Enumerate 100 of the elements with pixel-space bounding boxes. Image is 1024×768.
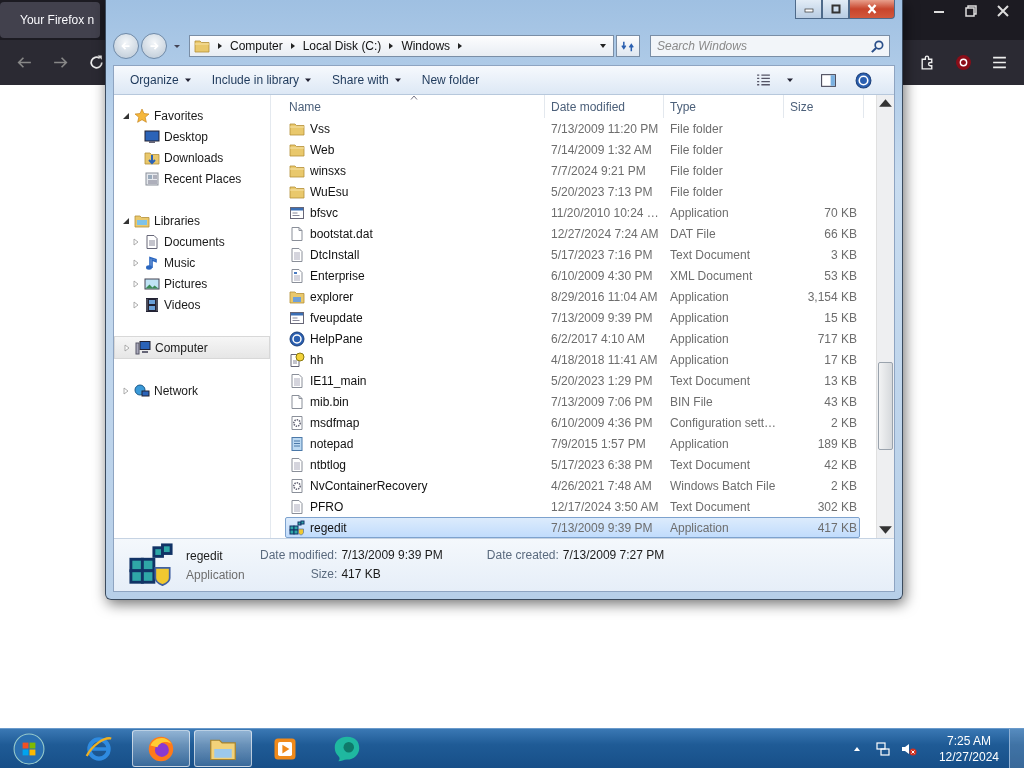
show-desktop-button[interactable] <box>1009 728 1024 768</box>
column-header[interactable]: Type <box>664 95 784 118</box>
file-row[interactable]: msdfmap 6/10/2009 4:36 PM Configuration sett… 2 KB <box>285 412 860 433</box>
help-icon[interactable] <box>855 71 872 89</box>
file-row[interactable]: bfsvc 11/20/2010 10:24 … Application 70 KB <box>285 202 860 223</box>
file-name: mib.bin <box>310 394 349 409</box>
caret-icon[interactable] <box>786 76 794 84</box>
breadcrumb-item[interactable]: Local Disk (C:) <box>302 39 382 53</box>
size-cell-text: 53 KB <box>823 268 858 283</box>
nav-item[interactable]: Favorites <box>114 105 270 126</box>
extension-badge-icon[interactable] <box>955 54 972 71</box>
file-row[interactable]: fveupdate 7/13/2009 9:39 PM Application 15 KB <box>285 307 860 328</box>
menu-icon[interactable] <box>991 54 1008 71</box>
nav-item[interactable]: Videos <box>114 294 270 315</box>
nav-item[interactable]: Recent Places <box>114 168 270 189</box>
chevron-icon[interactable] <box>288 42 297 50</box>
caret-icon <box>304 76 313 84</box>
file-name: IE11_main <box>310 373 367 388</box>
date-cell-text: 7/14/2009 1:32 AM <box>550 142 653 157</box>
file-row[interactable]: DtcInstall 5/17/2023 7:16 PM Text Document 3 KB <box>285 244 860 265</box>
nav-item[interactable]: Network <box>114 380 270 401</box>
cubes-icon <box>289 519 305 536</box>
folder-icon <box>289 288 305 305</box>
restore-icon[interactable] <box>964 4 978 18</box>
size-cell-text: 17 KB <box>823 352 858 367</box>
nav-item[interactable]: Libraries <box>114 210 270 231</box>
file-row[interactable]: mib.bin 7/13/2009 7:06 PM BIN File 43 KB <box>285 391 860 412</box>
file-row[interactable]: notepad 7/9/2015 1:57 PM Application 189 KB <box>285 433 860 454</box>
network-icon <box>134 382 150 399</box>
date-cell-text: 6/2/2017 4:10 AM <box>550 331 647 346</box>
date-cell-text: 4/18/2018 11:41 AM <box>550 352 659 367</box>
window-icon <box>289 309 305 326</box>
refresh-button[interactable] <box>616 35 640 57</box>
type-cell-text: Windows Batch File <box>669 478 777 493</box>
file-row[interactable]: explorer 8/29/2016 11:04 AM Application 3,154 KB <box>285 286 860 307</box>
scrollbar-thumb[interactable] <box>878 362 893 450</box>
back-button[interactable] <box>113 33 139 59</box>
file-row[interactable]: WuEsu 5/20/2023 7:13 PM File folder <box>285 181 860 202</box>
nav-item[interactable]: Downloads <box>114 147 270 168</box>
chevron-icon[interactable] <box>216 42 224 50</box>
tree-arrow-icon[interactable] <box>122 216 130 225</box>
recent-places-icon <box>144 170 160 187</box>
file-icon <box>289 393 305 410</box>
network-icon[interactable] <box>874 740 891 757</box>
file-name: regedit <box>310 520 347 535</box>
file-row[interactable]: Vss 7/13/2009 11:20 PM File folder <box>285 118 860 139</box>
address-bar[interactable]: Computer Local Disk (C:) Windows <box>189 35 614 57</box>
file-row[interactable]: HelpPane 6/2/2017 4:10 AM Application 717 KB <box>285 328 860 349</box>
tree-arrow-icon[interactable] <box>122 111 130 120</box>
file-row[interactable]: winsxs 7/7/2024 9:21 PM File folder <box>285 160 860 181</box>
minimize-button[interactable] <box>795 0 822 19</box>
toolbar-button[interactable]: Include in library <box>203 70 321 90</box>
settings-file-icon <box>289 477 305 494</box>
toolbar-button[interactable]: Organize <box>122 70 200 90</box>
search-input[interactable]: Search Windows <box>655 38 870 54</box>
file-row[interactable]: Web 7/14/2009 1:32 AM File folder <box>285 139 860 160</box>
toolbar-button[interactable]: Share with <box>324 70 410 90</box>
column-header[interactable]: Date modified <box>545 95 664 118</box>
preview-pane-icon[interactable] <box>820 71 837 89</box>
column-header[interactable]: Name <box>283 95 545 118</box>
text-file-icon <box>289 246 305 263</box>
taskbar-button[interactable] <box>194 730 252 767</box>
date-cell-text: 12/27/2024 7:24 AM <box>550 226 660 241</box>
taskbar-button[interactable] <box>132 730 190 767</box>
type-cell-text: Text Document <box>669 373 752 388</box>
file-row[interactable]: PFRO 12/17/2024 3:50 AM Text Document 302 KB <box>285 496 860 517</box>
scrollbar[interactable] <box>876 95 894 538</box>
file-name: notepad <box>310 436 354 451</box>
date-cell-text: 6/10/2009 4:30 PM <box>550 268 654 283</box>
file-row[interactable]: NvContainerRecovery 4/26/2021 7:48 AM Windows Batch File 2 KB <box>285 475 860 496</box>
breadcrumb-item[interactable]: Windows <box>401 39 451 53</box>
file-row[interactable]: bootstat.dat 12/27/2024 7:24 AM DAT File 66 KB <box>285 223 860 244</box>
file-row[interactable]: Enterprise 6/10/2009 4:30 PM XML Document 53 KB <box>285 265 860 286</box>
size-cell-text: 2 KB <box>830 415 858 430</box>
dropdown-caret-icon[interactable] <box>599 42 607 50</box>
nav-item[interactable]: Computer <box>114 336 270 359</box>
maximize-button[interactable] <box>822 0 849 19</box>
reload-icon[interactable] <box>88 54 105 71</box>
nav-item[interactable]: Documents <box>114 231 270 252</box>
download-folder-icon <box>144 149 160 166</box>
column-header[interactable]: Size <box>784 95 864 118</box>
nav-item[interactable]: Desktop <box>114 126 270 147</box>
type-cell-text: File folder <box>669 142 724 157</box>
nav-item[interactable]: Music <box>114 252 270 273</box>
file-row[interactable]: IE11_main 5/20/2023 1:29 PM Text Document 13 KB <box>285 370 860 391</box>
clock[interactable]: 7:25 AM 12/27/2024 <box>938 733 999 764</box>
breadcrumb-item[interactable]: Computer <box>230 39 283 53</box>
search-field[interactable]: Search Windows <box>650 35 890 57</box>
file-row[interactable]: regedit 7/13/2009 9:39 PM Application 417 KB <box>285 517 860 538</box>
toolbar-button[interactable]: New folder <box>413 70 488 90</box>
nav-item[interactable]: Pictures <box>114 273 270 294</box>
browser-tab[interactable]: Your Firefox n <box>0 2 100 38</box>
file-row[interactable]: ntbtlog 5/17/2023 6:38 PM Text Document 42 KB <box>285 454 860 475</box>
forward-button[interactable] <box>141 33 167 59</box>
close-icon[interactable] <box>996 4 1010 18</box>
file-row[interactable]: hh 4/18/2018 11:41 AM Application 17 KB <box>285 349 860 370</box>
size-cell-text: 717 KB <box>816 331 858 346</box>
file-name: WuEsu <box>310 184 349 199</box>
close-button[interactable] <box>849 0 895 19</box>
close-icon <box>865 4 879 14</box>
